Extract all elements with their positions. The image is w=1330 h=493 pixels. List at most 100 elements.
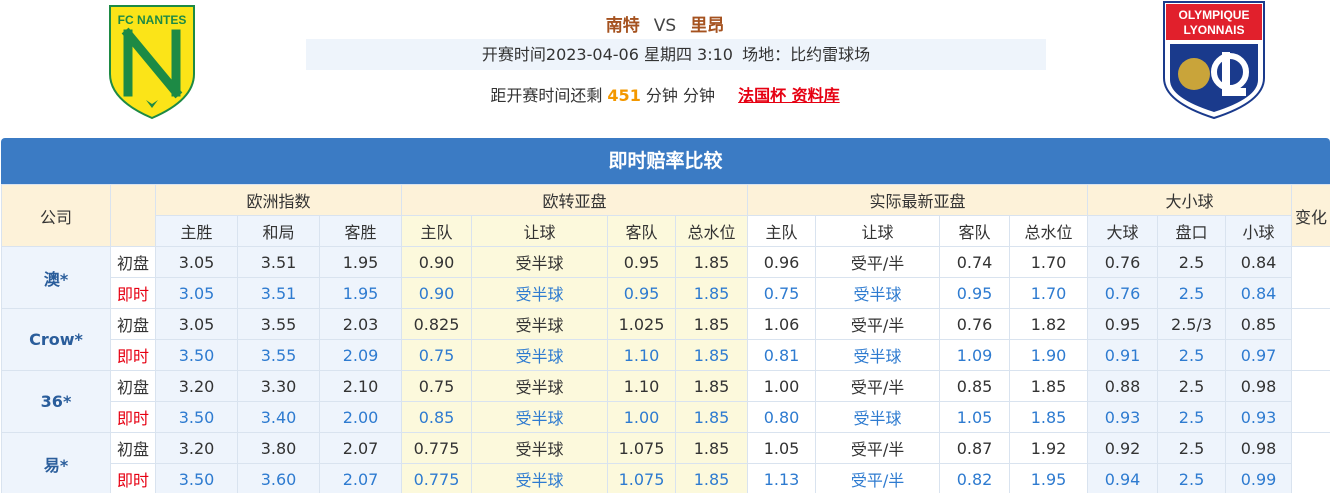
countdown-suffix: 分钟 分钟 xyxy=(645,86,716,105)
company-name[interactable]: 澳* xyxy=(1,246,111,309)
odds-cell: 2.00 xyxy=(319,401,402,433)
odds-cell: 受半球 xyxy=(471,246,608,278)
header-eu-away: 客队 xyxy=(607,215,676,247)
odds-cell: 0.80 xyxy=(747,401,817,433)
header-as-handicap: 让球 xyxy=(815,215,941,247)
odds-row-live: 即时 3.50 3.40 2.00 0.85 受半球 1.00 1.85 0.80 受半球 1.05… xyxy=(2,401,1330,433)
odds-row-live: 即时 3.50 3.60 2.07 0.775 受半球 1.075 1.85 1.13 受平/半 0… xyxy=(2,463,1330,493)
venue: 场地：比约雷球场 xyxy=(742,45,871,64)
odds-cell: 3.05 xyxy=(155,277,238,309)
odds-cell: 0.95 xyxy=(939,277,1011,309)
away-team-logo[interactable]: OLYMPIQUE LYONNAIS xyxy=(1160,0,1268,120)
header-as-home: 主队 xyxy=(747,215,817,247)
odds-cell: 受平/半 xyxy=(815,370,941,402)
odds-cell: 2.5 xyxy=(1157,463,1227,493)
change-cell[interactable] xyxy=(1291,432,1330,493)
header-company: 公司 xyxy=(1,184,111,247)
odds-cell: 2.5 xyxy=(1157,246,1227,278)
countdown: 距开赛时间还剩 451 分钟 分钟 法国杯 资料库 xyxy=(0,82,1330,106)
odds-table-body: 澳* 初盘 3.05 3.51 1.95 0.90 受半球 0.95 1.85 0.96 受平/半 0… xyxy=(1,246,1330,493)
odds-cell: 0.93 xyxy=(1225,401,1293,433)
odds-cell: 0.84 xyxy=(1225,277,1293,309)
odds-cell: 1.85 xyxy=(674,308,749,340)
odds-cell: 1.06 xyxy=(747,308,817,340)
odds-cell: 0.95 xyxy=(607,246,676,278)
odds-cell: 3.51 xyxy=(237,277,320,309)
odds-cell: 0.825 xyxy=(401,308,472,340)
odds-cell: 0.775 xyxy=(401,463,472,493)
countdown-minutes: 451 xyxy=(607,86,641,105)
odds-cell: 受半球 xyxy=(471,277,608,309)
away-team-name[interactable]: 里昂 xyxy=(690,16,724,36)
odds-cell: 受平/半 xyxy=(815,463,941,493)
header-eu-to-asian: 欧转亚盘 xyxy=(400,184,749,216)
header-change: 变化 xyxy=(1291,184,1330,247)
odds-cell: 2.07 xyxy=(319,432,402,464)
odds-cell: 受半球 xyxy=(471,401,608,433)
match-info-bar: 开赛时间2023-04-06 星期四 3:10 场地：比约雷球场 xyxy=(306,39,1046,70)
odds-cell: 3.60 xyxy=(237,463,320,493)
odds-cell: 0.76 xyxy=(1087,246,1159,278)
odds-cell: 3.20 xyxy=(155,370,238,402)
odds-cell: 3.50 xyxy=(155,339,238,371)
header-draw: 和局 xyxy=(237,215,320,247)
odds-cell: 受半球 xyxy=(471,432,608,464)
odds-cell: 受半球 xyxy=(471,339,608,371)
odds-cell: 1.00 xyxy=(607,401,676,433)
odds-cell: 2.5 xyxy=(1157,370,1227,402)
odds-cell: 0.98 xyxy=(1225,432,1293,464)
change-cell[interactable] xyxy=(1291,370,1330,433)
odds-cell: 1.075 xyxy=(607,432,676,464)
change-cell[interactable] xyxy=(1291,246,1330,309)
odds-cell: 2.07 xyxy=(319,463,402,493)
header-as-water: 总水位 xyxy=(1009,215,1089,247)
odds-cell: 2.5 xyxy=(1157,432,1227,464)
away-logo-text-1: OLYMPIQUE xyxy=(1179,8,1250,22)
away-logo-text-2: LYONNAIS xyxy=(1184,23,1245,37)
company-name[interactable]: Crow* xyxy=(1,308,111,371)
odds-cell: 3.05 xyxy=(155,308,238,340)
odds-cell: 2.5 xyxy=(1157,277,1227,309)
home-team-name[interactable]: 南特 xyxy=(606,16,640,36)
odds-cell: 1.95 xyxy=(319,277,402,309)
odds-cell: 受半球 xyxy=(815,339,941,371)
company-name[interactable]: 易* xyxy=(1,432,111,493)
odds-cell: 0.93 xyxy=(1087,401,1159,433)
odds-cell: 1.85 xyxy=(674,370,749,402)
odds-cell: 1.85 xyxy=(674,339,749,371)
header-actual-asian: 实际最新亚盘 xyxy=(747,184,1089,216)
change-cell[interactable] xyxy=(1291,308,1330,371)
match-header: FC NANTES 南特 VS 里昂 开赛时间2023-04-06 星期四 3:10… xyxy=(0,0,1330,135)
odds-cell: 1.70 xyxy=(1009,277,1089,309)
odds-cell: 3.80 xyxy=(237,432,320,464)
odds-cell: 0.90 xyxy=(401,277,472,309)
live-odds-label: 即时 xyxy=(110,463,156,493)
odds-cell: 1.90 xyxy=(1009,339,1089,371)
header-eu-home: 主队 xyxy=(401,215,472,247)
odds-row-live: 即时 3.50 3.55 2.09 0.75 受半球 1.10 1.85 0.81 受半球 1.09… xyxy=(2,339,1330,371)
odds-cell: 受平/半 xyxy=(815,246,941,278)
odds-table: 公司 欧洲指数 欧转亚盘 实际最新亚盘 大小球 变化 主胜 和局 客胜 主队 让… xyxy=(1,184,1330,493)
league-database-link[interactable]: 法国杯 资料库 xyxy=(738,86,840,105)
odds-cell: 1.82 xyxy=(1009,308,1089,340)
initial-odds-label: 初盘 xyxy=(110,308,156,340)
odds-cell: 0.95 xyxy=(1087,308,1159,340)
odds-cell: 3.50 xyxy=(155,401,238,433)
odds-cell: 1.85 xyxy=(674,401,749,433)
odds-cell: 3.20 xyxy=(155,432,238,464)
odds-cell: 3.55 xyxy=(237,308,320,340)
odds-cell: 0.99 xyxy=(1225,463,1293,493)
odds-cell: 3.50 xyxy=(155,463,238,493)
odds-cell: 2.09 xyxy=(319,339,402,371)
odds-cell: 0.88 xyxy=(1087,370,1159,402)
header-over: 大球 xyxy=(1087,215,1159,247)
live-odds-label: 即时 xyxy=(110,401,156,433)
header-under: 小球 xyxy=(1225,215,1293,247)
odds-cell: 1.85 xyxy=(1009,401,1089,433)
odds-cell: 0.75 xyxy=(401,339,472,371)
odds-cell: 1.85 xyxy=(674,246,749,278)
odds-row-initial: 澳* 初盘 3.05 3.51 1.95 0.90 受半球 0.95 1.85 0.96 受平/半 0… xyxy=(1,246,1330,309)
odds-cell: 0.91 xyxy=(1087,339,1159,371)
live-odds-label: 即时 xyxy=(110,277,156,309)
company-name[interactable]: 36* xyxy=(1,370,111,433)
